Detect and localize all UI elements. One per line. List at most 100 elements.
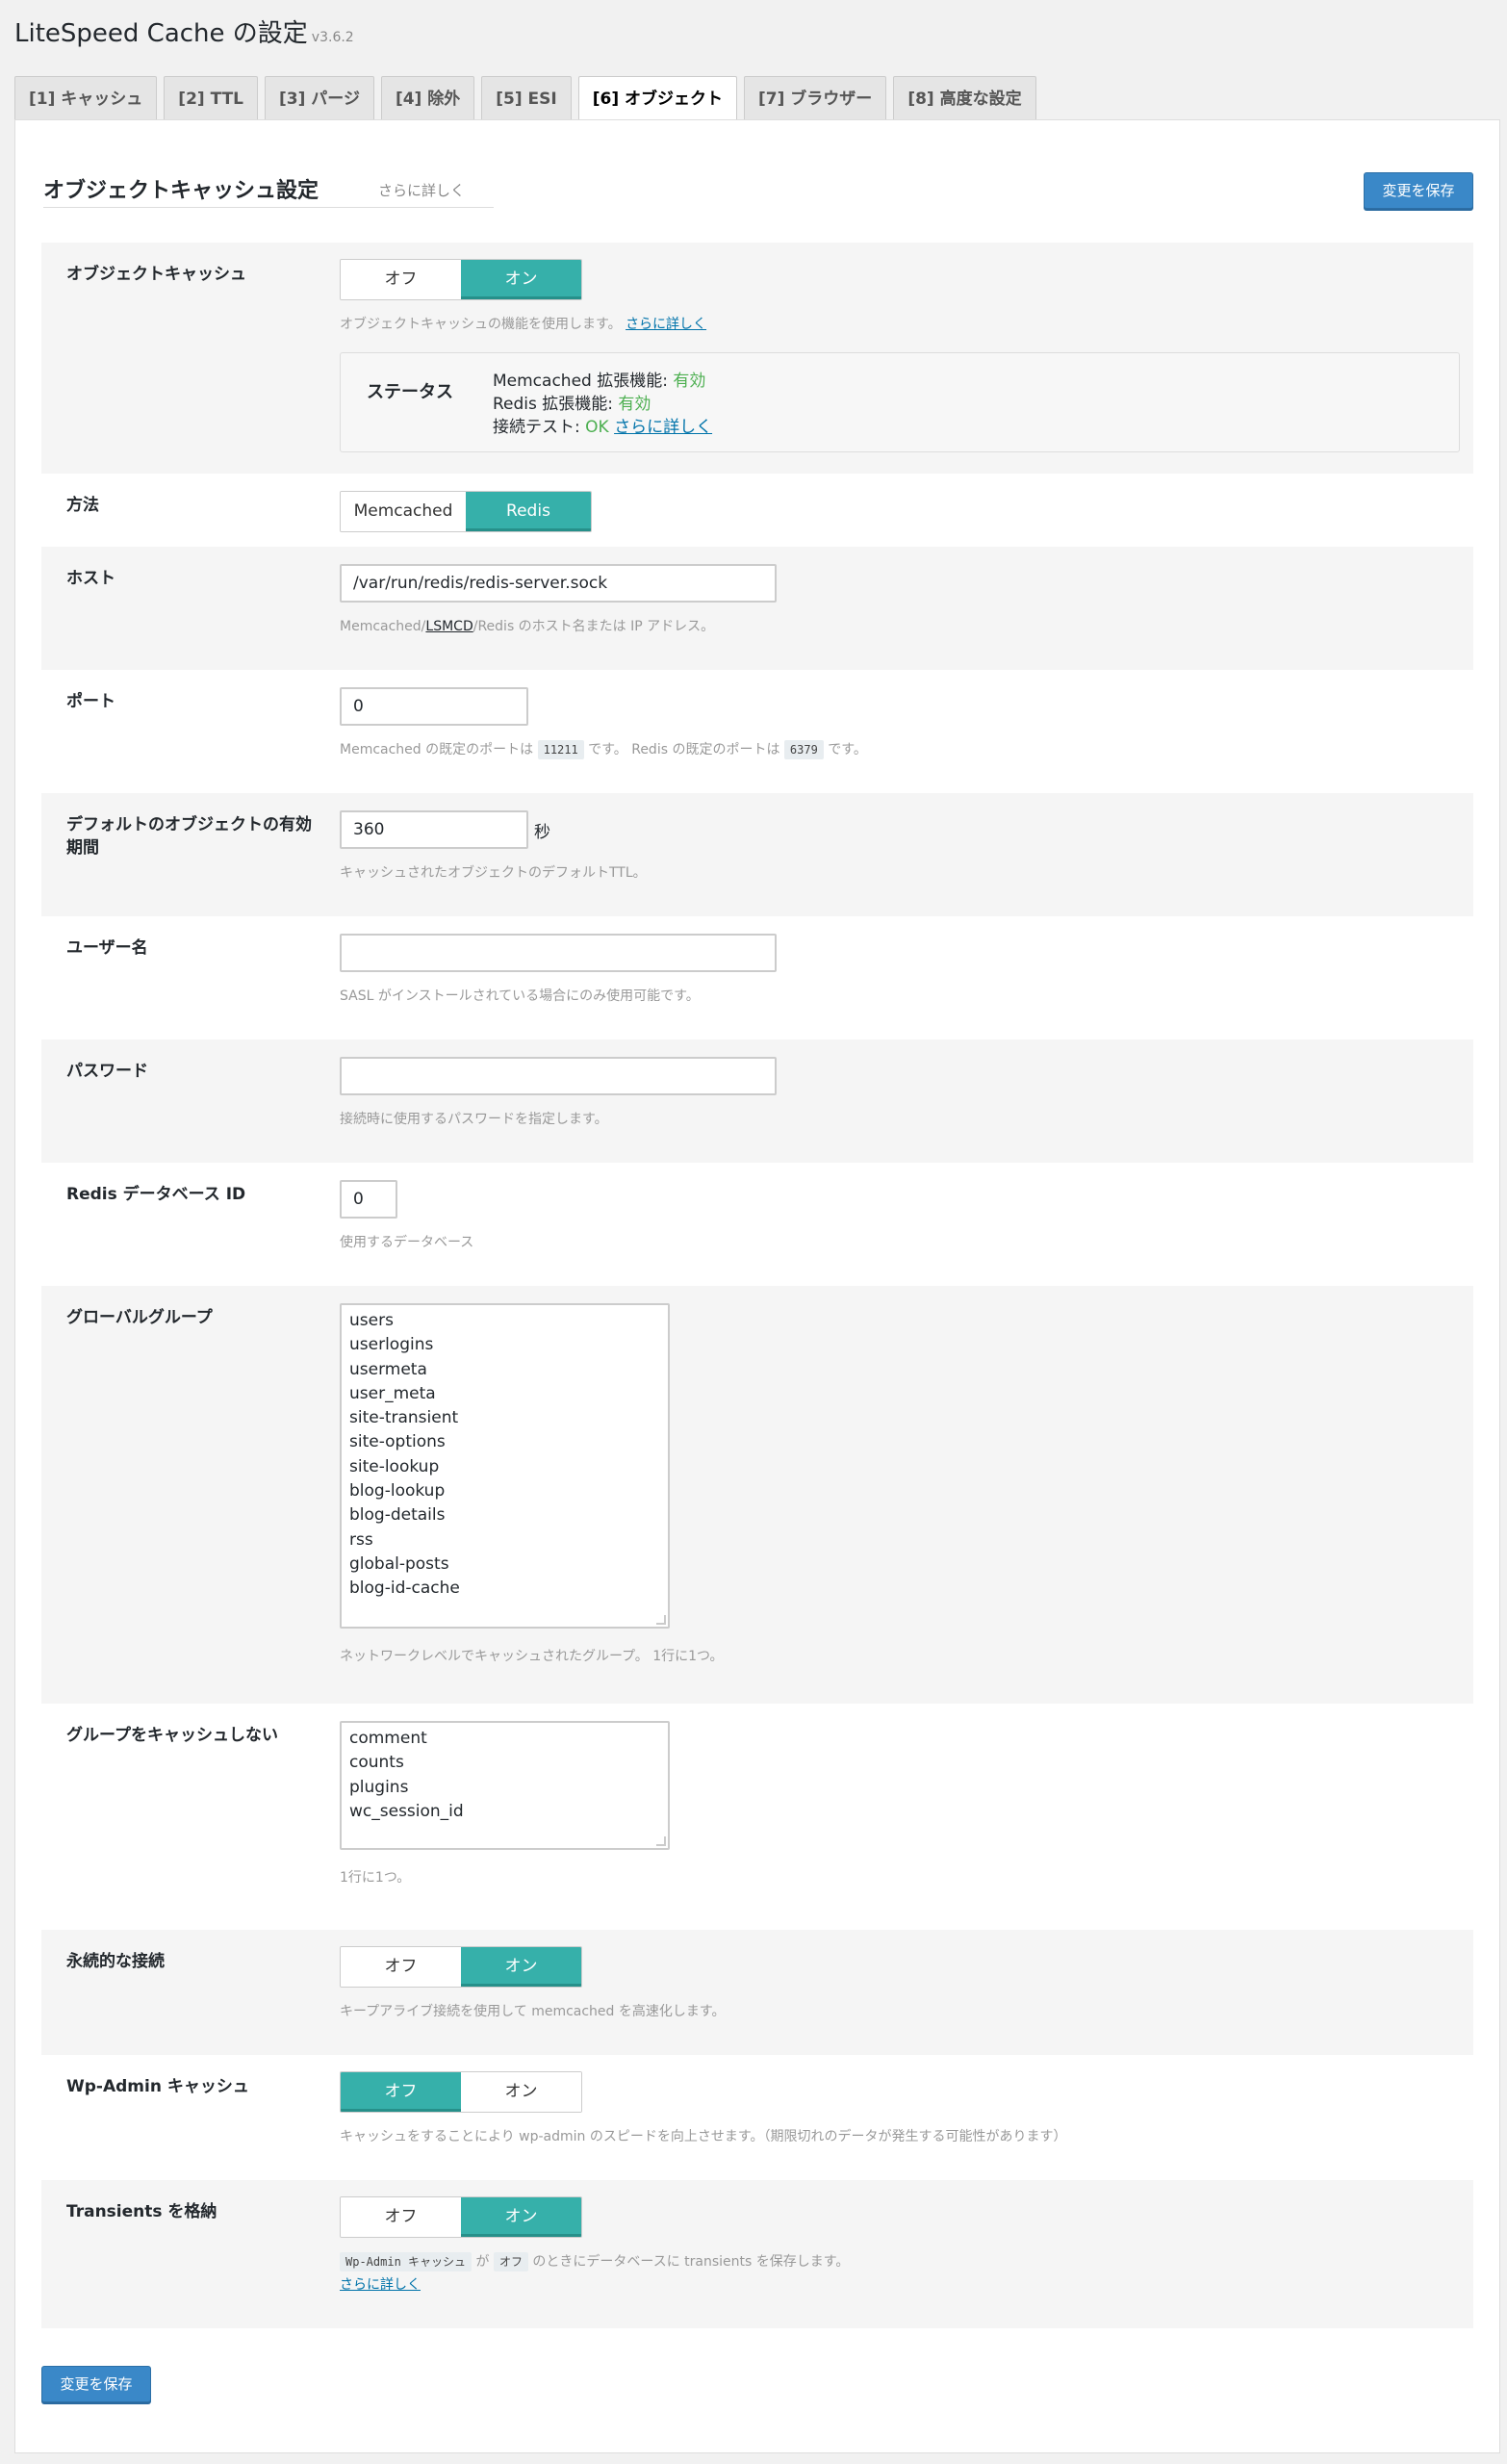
redis-db-label: Redis データベース ID: [66, 1185, 246, 1204]
method-toggle: Memcached Redis: [340, 491, 592, 532]
redis-db-desc: 使用するデータベース: [340, 1235, 474, 1250]
password-input[interactable]: [340, 1057, 777, 1095]
resize-grip-icon[interactable]: [656, 1836, 666, 1846]
port-desc: Memcached の既定のポートは 11211 です。 Redis の既定のポ…: [340, 739, 867, 759]
connection-test-status: 接続テスト: OK さらに詳しく: [493, 416, 712, 439]
wp-admin-cache-code: Wp-Admin キャッシュ: [340, 2252, 473, 2272]
row-transients: Transients を格納 オフ オン Wp-Admin キャッシュ が オフ…: [41, 2180, 1473, 2328]
tab-esi[interactable]: [5] ESI: [481, 76, 572, 120]
host-desc-pre: Memcached/: [340, 619, 426, 634]
row-persistent: 永続的な接続 オフ オン キープアライブ接続を使用して memcached を高…: [41, 1930, 1473, 2055]
global-group-item: blog-id-cache: [349, 1578, 460, 1599]
row-no-cache-groups: グループをキャッシュしない comment counts plugins wc_…: [41, 1704, 1473, 1921]
global-group-item: site-options: [349, 1432, 446, 1452]
row-host: ホスト /var/run/redis/redis-server.sock Mem…: [41, 547, 1473, 670]
ttl-input[interactable]: 360: [340, 810, 528, 849]
transients-on[interactable]: オン: [461, 2197, 581, 2237]
no-cache-groups-desc: 1行に1つ。: [340, 1870, 411, 1886]
row-wp-admin-cache: Wp-Admin キャッシュ オフ オン キャッシュをすることにより wp-ad…: [41, 2055, 1473, 2180]
port-desc-1: Memcached の既定のポートは: [340, 742, 534, 757]
global-group-item: site-lookup: [349, 1456, 440, 1476]
global-groups-textarea[interactable]: users userlogins usermeta user_meta site…: [340, 1303, 670, 1629]
no-cache-group-item: plugins: [349, 1777, 409, 1797]
persistent-toggle: オフ オン: [340, 1946, 582, 1988]
transients-learn-more-link[interactable]: さらに詳しく: [340, 2277, 421, 2293]
redis-status: Redis 拡張機能: 有効: [493, 393, 712, 416]
object-cache-off[interactable]: オフ: [341, 260, 461, 299]
username-label: ユーザー名: [66, 938, 148, 958]
global-group-item: users: [349, 1311, 394, 1330]
settings-tabs: [1] キャッシュ [2] TTL [3] パージ [4] 除外 [5] ESI…: [14, 76, 1036, 121]
transients-desc: Wp-Admin キャッシュ が オフ のときにデータベースに transien…: [340, 2251, 849, 2272]
tab-object[interactable]: [6] オブジェクト: [577, 76, 738, 121]
tab-purge[interactable]: [3] パージ: [265, 76, 374, 120]
connection-test-value: OK: [585, 418, 609, 437]
global-group-item: usermeta: [349, 1359, 427, 1379]
save-button-top[interactable]: 変更を保存: [1364, 172, 1473, 209]
object-cache-on[interactable]: オン: [461, 260, 581, 299]
status-box: ステータス Memcached 拡張機能: 有効 Redis 拡張機能: 有効 …: [340, 352, 1460, 452]
resize-grip-icon[interactable]: [656, 1615, 666, 1625]
object-cache-desc: オブジェクトキャッシュの機能を使用します。 さらに詳しく: [340, 314, 1460, 333]
tab-ttl[interactable]: [2] TTL: [164, 76, 258, 120]
global-groups-desc: ネットワークレベルでキャッシュされたグループ。 1行に1つ。: [340, 1649, 724, 1664]
transients-off[interactable]: オフ: [341, 2197, 461, 2237]
global-group-item: site-transient: [349, 1408, 459, 1428]
object-cache-label: オブジェクトキャッシュ: [66, 265, 246, 284]
persistent-desc: キープアライブ接続を使用して memcached を高速化します。: [340, 2004, 726, 2019]
transients-desc-1: が: [475, 2254, 490, 2270]
global-group-item: blog-details: [349, 1505, 446, 1526]
connection-learn-more-link[interactable]: さらに詳しく: [614, 418, 712, 437]
username-desc: SASL がインストールされている場合にのみ使用可能です。: [340, 988, 700, 1004]
off-code: オフ: [493, 2252, 528, 2272]
persistent-off[interactable]: オフ: [341, 1947, 461, 1987]
object-cache-learn-more-link[interactable]: さらに詳しく: [626, 317, 706, 332]
wp-admin-on[interactable]: オン: [461, 2072, 581, 2112]
persistent-on[interactable]: オン: [461, 1947, 581, 1987]
object-cache-toggle: オフ オン: [340, 259, 582, 300]
settings-panel: オブジェクトキャッシュ設定 さらに詳しく 変更を保存 オブジェクトキャッシュ オ…: [14, 119, 1500, 2453]
global-group-item: global-posts: [349, 1553, 449, 1574]
global-group-item: userlogins: [349, 1335, 434, 1355]
ttl-label: デフォルトのオブジェクトの有効期間: [66, 815, 312, 858]
ttl-desc: キャッシュされたオブジェクトのデフォルトTTL。: [340, 865, 647, 881]
row-username: ユーザー名 SASL がインストールされている場合にのみ使用可能です。: [41, 916, 1473, 1040]
tab-browser[interactable]: [7] ブラウザー: [744, 76, 887, 120]
port-input[interactable]: 0: [340, 687, 528, 726]
global-group-item: blog-lookup: [349, 1481, 446, 1502]
host-input[interactable]: /var/run/redis/redis-server.sock: [340, 564, 777, 603]
username-input[interactable]: [340, 934, 777, 972]
object-cache-desc-text: オブジェクトキャッシュの機能を使用します。: [340, 317, 622, 332]
row-port: ポート 0 Memcached の既定のポートは 11211 です。 Redis…: [41, 670, 1473, 793]
row-redis-db: Redis データベース ID 0 使用するデータベース: [41, 1163, 1473, 1286]
host-desc-post: /Redis のホスト名または IP アドレス。: [473, 619, 715, 634]
no-cache-groups-label: グループをキャッシュしない: [66, 1726, 278, 1745]
host-label: ホスト: [66, 569, 115, 588]
connection-test-label: 接続テスト:: [493, 418, 586, 437]
save-button-bottom[interactable]: 変更を保存: [41, 2366, 151, 2402]
transients-toggle: オフ オン: [340, 2196, 582, 2238]
redis-status-value: 有効: [618, 395, 651, 414]
ttl-unit: 秒: [534, 822, 550, 842]
lsmcd-link[interactable]: LSMCD: [425, 619, 473, 634]
tab-advanced[interactable]: [8] 高度な設定: [893, 76, 1036, 120]
tab-cache[interactable]: [1] キャッシュ: [14, 76, 158, 120]
wp-admin-off[interactable]: オフ: [341, 2072, 461, 2112]
row-password: パスワード 接続時に使用するパスワードを指定します。: [41, 1040, 1473, 1163]
password-desc: 接続時に使用するパスワードを指定します。: [340, 1112, 608, 1127]
no-cache-groups-textarea[interactable]: comment counts plugins wc_session_id: [340, 1721, 670, 1850]
row-ttl: デフォルトのオブジェクトの有効期間 360 秒 キャッシュされたオブジェクトのデフ…: [41, 793, 1473, 916]
no-cache-group-item: counts: [349, 1753, 404, 1773]
redis-port-code: 6379: [783, 740, 824, 759]
method-redis[interactable]: Redis: [466, 492, 591, 531]
wp-admin-label: Wp-Admin キャッシュ: [66, 2077, 249, 2096]
row-object-cache: オブジェクトキャッシュ オフ オン オブジェクトキャッシュの機能を使用します。 …: [41, 243, 1473, 474]
host-desc: Memcached/LSMCD/Redis のホスト名または IP アドレス。: [340, 616, 777, 635]
tab-excludes[interactable]: [4] 除外: [380, 76, 475, 120]
row-global-groups: グローバルグループ users userlogins usermeta user…: [41, 1286, 1473, 1704]
section-learn-more-link[interactable]: さらに詳しく: [378, 180, 465, 200]
method-memcached[interactable]: Memcached: [341, 492, 466, 531]
redis-db-input[interactable]: 0: [340, 1180, 397, 1219]
section-divider: [43, 207, 494, 208]
page-title-text: LiteSpeed Cache の設定: [14, 19, 308, 48]
